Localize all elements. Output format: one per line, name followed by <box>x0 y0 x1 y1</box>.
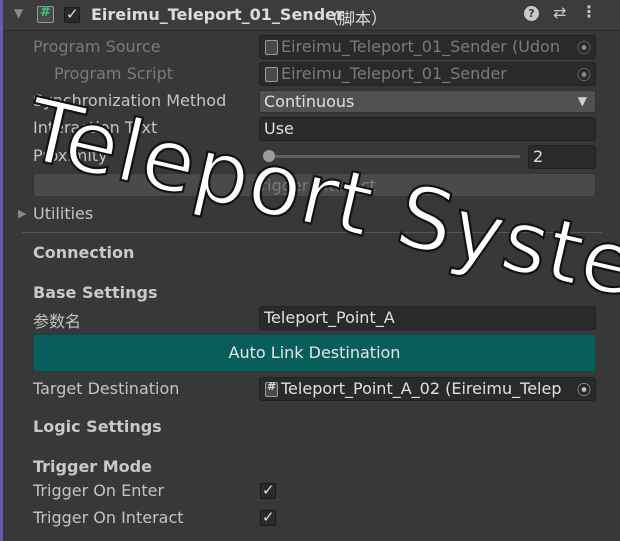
script-file-icon <box>265 67 278 82</box>
auto-link-destination-label: Auto Link Destination <box>228 343 401 362</box>
object-picker-icon[interactable]: ⦿ <box>577 380 591 400</box>
foldout-arrow-icon[interactable]: ▼ <box>14 6 23 20</box>
program-script-field[interactable]: Eireimu_Teleport_01_Sender ⦿ <box>259 62 596 86</box>
connection-header: Connection <box>33 243 135 262</box>
sync-method-dropdown[interactable]: Continuous ▼ <box>259 90 596 113</box>
sync-method-label: Synchronization Method <box>33 91 227 110</box>
trigger-on-enter-checkbox[interactable]: ✓ <box>260 481 276 499</box>
utilities-foldout-label[interactable]: Utilities <box>33 204 93 223</box>
proximity-slider-track[interactable] <box>264 155 520 158</box>
proximity-value-input[interactable]: 2 <box>528 145 596 169</box>
component-subtitle: （脚本） <box>323 9 388 28</box>
utilities-foldout-arrow-icon[interactable]: ▶ <box>18 207 26 220</box>
param-name-input[interactable]: Teleport_Point_A <box>259 306 596 330</box>
script-hash-icon: # <box>37 5 54 23</box>
interaction-text-label: Interaction Text <box>33 118 158 137</box>
context-menu-icon[interactable]: ⋮ <box>581 2 597 21</box>
preset-settings-icon[interactable]: ⇄ <box>553 3 566 22</box>
component-enabled-checkbox[interactable]: ✓ <box>64 5 80 23</box>
trigger-on-interact-label: Trigger On Interact <box>33 508 184 527</box>
param-name-label: 参数名 <box>33 312 82 331</box>
help-icon[interactable]: ? <box>524 6 539 21</box>
proximity-label: Proximity <box>33 146 108 165</box>
proximity-slider-handle[interactable] <box>263 150 275 162</box>
trigger-mode-header: Trigger Mode <box>33 457 152 476</box>
program-source-label: Program Source <box>33 37 161 56</box>
trigger-interact-label: Trigger Interact <box>253 176 376 195</box>
sync-method-value: Continuous <box>264 92 355 111</box>
program-source-field[interactable]: Eireimu_Teleport_01_Sender (Udon ⦿ <box>259 35 596 59</box>
divider <box>22 232 602 233</box>
inspector-accent-bar <box>0 0 3 541</box>
trigger-on-interact-checkbox[interactable]: ✓ <box>260 508 276 526</box>
program-source-value: Eireimu_Teleport_01_Sender (Udon <box>281 37 560 56</box>
component-title: Eireimu_Teleport_01_Sender <box>91 5 344 24</box>
program-script-label: Program Script <box>54 64 173 83</box>
script-hash-icon: # <box>265 380 278 397</box>
object-picker-icon[interactable]: ⦿ <box>577 65 591 85</box>
dropdown-arrow-icon: ▼ <box>577 94 587 108</box>
trigger-on-enter-label: Trigger On Enter <box>33 481 165 500</box>
component-header: ▼ # ✓ Eireimu_Teleport_01_Sender （脚本） ? … <box>3 0 620 31</box>
object-picker-icon[interactable]: ⦿ <box>577 38 591 58</box>
trigger-interact-button[interactable]: Trigger Interact <box>33 173 596 197</box>
target-destination-field[interactable]: # Teleport_Point_A_02 (Eireimu_Telep ⦿ <box>259 377 596 401</box>
proximity-value: 2 <box>533 147 544 166</box>
interaction-text-input[interactable]: Use <box>259 117 596 141</box>
base-settings-header: Base Settings <box>33 283 158 302</box>
interaction-text-value: Use <box>264 119 294 138</box>
udon-asset-icon <box>265 40 278 55</box>
target-destination-value: Teleport_Point_A_02 (Eireimu_Telep <box>281 379 562 398</box>
program-script-value: Eireimu_Teleport_01_Sender <box>281 64 507 83</box>
auto-link-destination-button[interactable]: Auto Link Destination <box>33 334 596 372</box>
target-destination-label: Target Destination <box>33 379 180 398</box>
param-name-value: Teleport_Point_A <box>264 308 395 327</box>
logic-settings-header: Logic Settings <box>33 417 162 436</box>
